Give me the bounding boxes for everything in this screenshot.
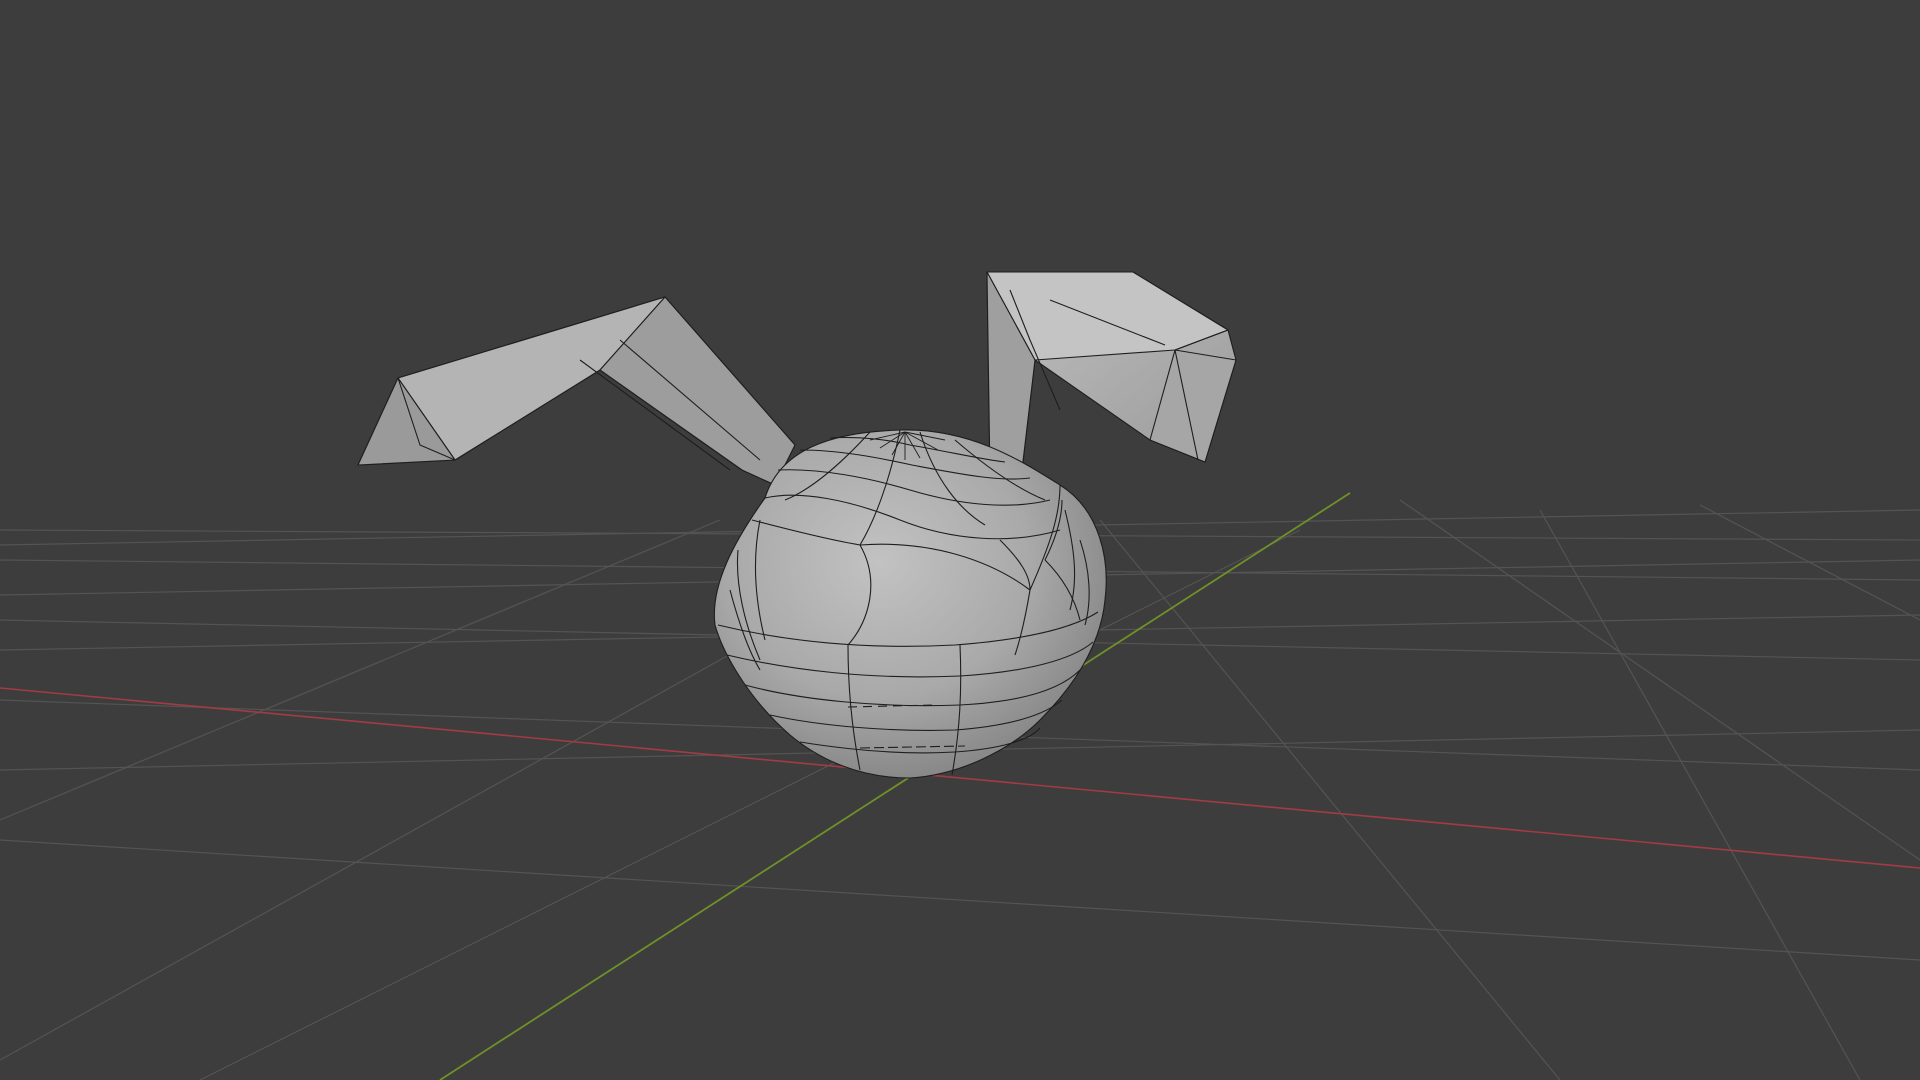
left-ear[interactable] bbox=[357, 296, 796, 486]
3d-viewport[interactable] bbox=[0, 0, 1920, 1080]
head[interactable] bbox=[713, 429, 1107, 779]
viewport-canvas[interactable] bbox=[0, 0, 1920, 1080]
right-ear[interactable] bbox=[986, 271, 1237, 479]
